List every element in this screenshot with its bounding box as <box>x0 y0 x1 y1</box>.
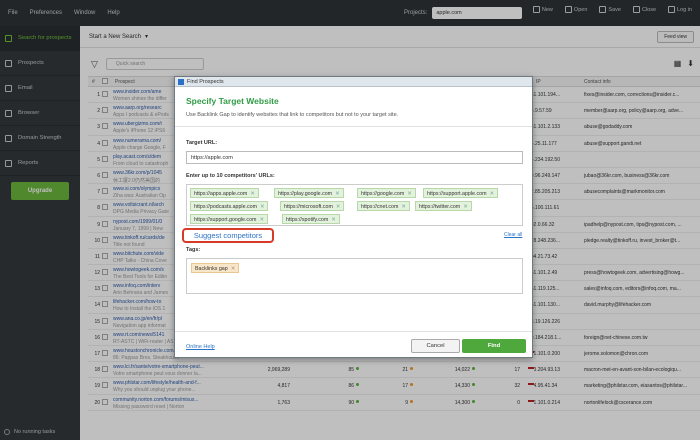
competitor-tag: https://cnet.com ✕ <box>357 201 410 211</box>
suggest-competitors-link[interactable]: Suggest competitors <box>182 228 274 243</box>
dialog-subtitle: Use Backlink Gap to identify websites th… <box>186 112 399 118</box>
find-button[interactable]: Find <box>462 339 526 353</box>
competitor-tag-label: https://support.google.com <box>194 217 257 223</box>
dialog-window-title: Find Prospects <box>187 78 224 85</box>
competitor-tag-label: https://microsoft.com <box>284 204 333 210</box>
competitor-tag-label: https://apps.apple.com <box>194 191 248 197</box>
competitor-tag: https://apps.apple.com ✕ <box>190 188 259 198</box>
competitor-tag: https://microsoft.com ✕ <box>280 201 345 211</box>
divider <box>175 126 532 127</box>
competitor-tag-label: https://spotify.com <box>286 217 329 223</box>
competitor-tag: https://support.apple.com ✕ <box>423 188 498 198</box>
competitor-tag: https://google.com ✕ <box>357 188 416 198</box>
competitor-tag-label: https://support.apple.com <box>427 191 487 197</box>
tag-chip-label: Backlinks gap <box>195 266 228 272</box>
cancel-button[interactable]: Cancel <box>411 339 460 353</box>
dialog-title: Specify Target Website <box>186 96 279 106</box>
remove-tag-icon[interactable]: ✕ <box>463 204 467 210</box>
remove-tag-icon[interactable]: ✕ <box>335 191 339 197</box>
competitor-tag-label: https://play.google.com <box>278 191 333 197</box>
competitor-tag-label: https://google.com <box>361 191 405 197</box>
remove-tag-icon[interactable]: ✕ <box>489 191 493 197</box>
competitors-input[interactable]: https://apps.apple.com ✕ https://play.goo… <box>186 184 523 226</box>
find-prospects-dialog: Find Prospects Specify Target Website Us… <box>174 76 533 358</box>
remove-tag-icon[interactable]: ✕ <box>260 204 264 210</box>
remove-tag-icon[interactable]: ✕ <box>331 217 335 223</box>
competitor-tag: https://play.google.com ✕ <box>274 188 344 198</box>
clear-all-link[interactable]: Clear all <box>504 232 522 238</box>
tag-chip: Backlinks gap ✕ <box>191 263 240 273</box>
competitor-tag: https://support.google.com ✕ <box>190 214 268 224</box>
remove-tag-icon[interactable]: ✕ <box>401 204 405 210</box>
competitor-tag-label: https://twitter.com <box>419 204 461 210</box>
tags-input[interactable]: Backlinks gap ✕ <box>186 258 523 294</box>
tags-label: Tags: <box>186 247 201 253</box>
remove-tag-icon[interactable]: ✕ <box>407 191 411 197</box>
remove-tag-icon[interactable]: ✕ <box>250 191 254 197</box>
competitor-tag: https://spotify.com ✕ <box>282 214 340 224</box>
competitor-tag-label: https://cnet.com <box>361 204 399 210</box>
app-icon <box>178 78 184 85</box>
competitor-tag-label: https://podcasts.apple.com <box>194 204 258 210</box>
remove-tag-icon[interactable]: ✕ <box>231 266 235 272</box>
dialog-titlebar: Find Prospects <box>175 77 532 87</box>
remove-tag-icon[interactable]: ✕ <box>336 204 340 210</box>
target-url-label: Target URL: <box>186 140 218 146</box>
divider <box>175 331 532 332</box>
competitor-tag: https://podcasts.apple.com ✕ <box>190 201 269 211</box>
online-help-link[interactable]: Online Help <box>186 344 215 350</box>
target-url-input[interactable]: https://apple.com <box>186 151 523 164</box>
competitors-label: Enter up to 10 competitors' URLs: <box>186 173 275 179</box>
remove-tag-icon[interactable]: ✕ <box>259 217 263 223</box>
competitor-tag: https://twitter.com ✕ <box>415 201 472 211</box>
